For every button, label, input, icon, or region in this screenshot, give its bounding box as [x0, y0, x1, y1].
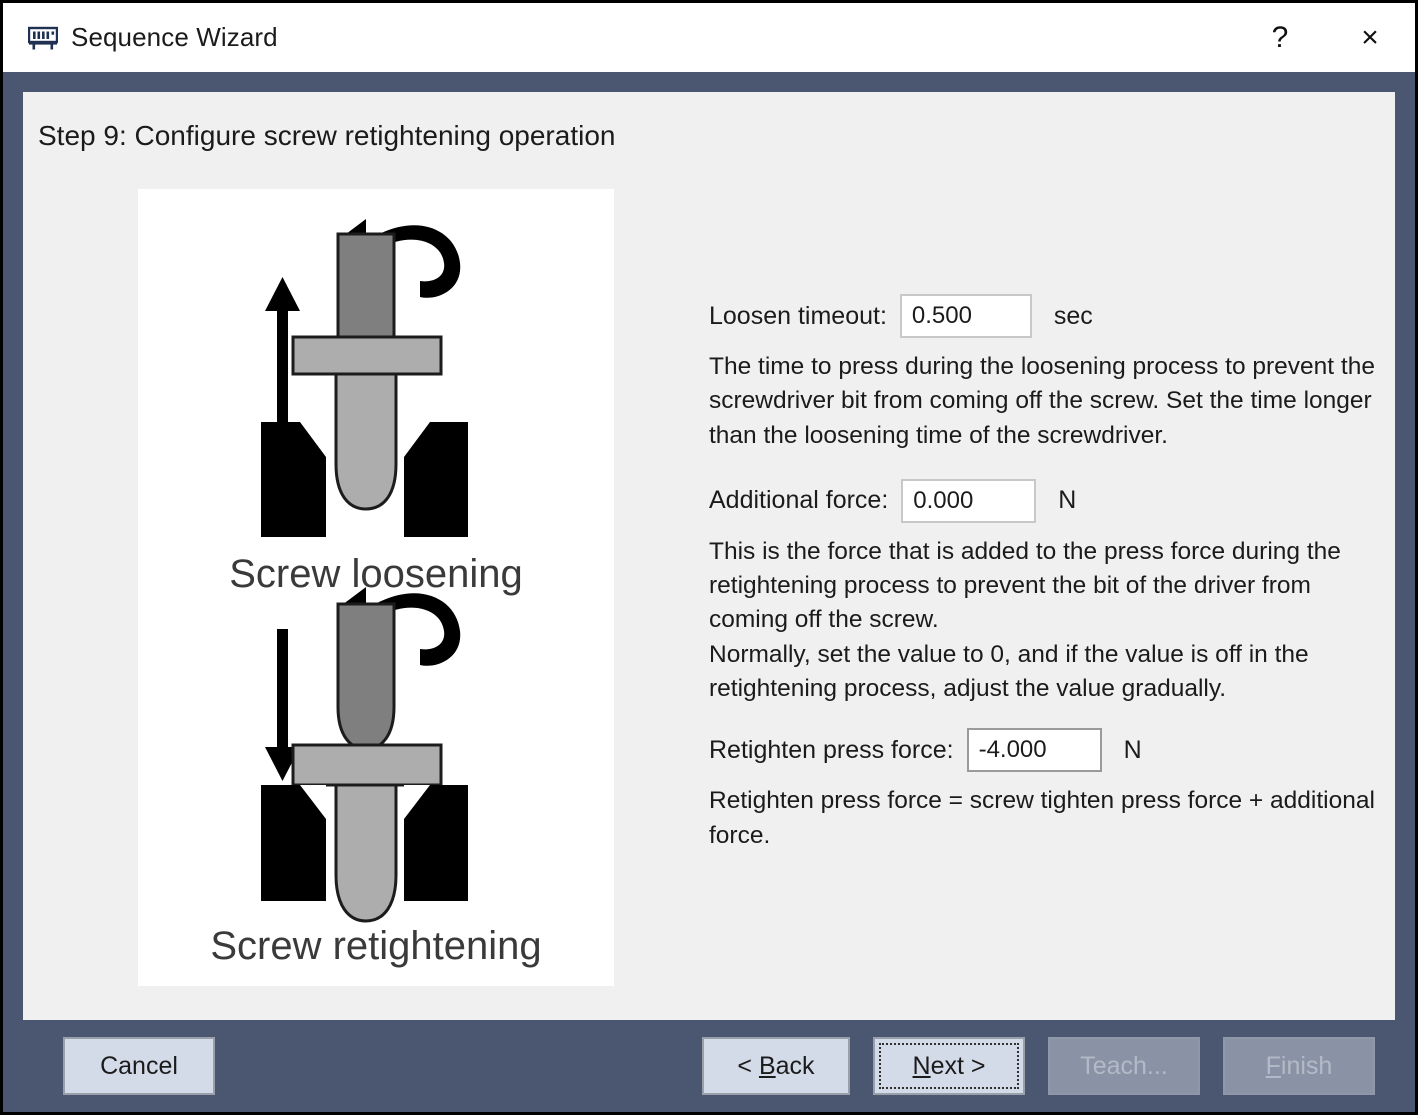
field-row-loosen-timeout: Loosen timeout: sec	[709, 294, 1375, 338]
window-title: Sequence Wizard	[71, 22, 278, 53]
field-row-retighten-press-force: Retighten press force: N	[709, 728, 1375, 772]
finish-label-suffix: inish	[1281, 1052, 1332, 1080]
back-label-mnemonic: B	[759, 1052, 776, 1080]
screw-operation-illustration: Screw loosening	[138, 189, 614, 986]
title-bar: Sequence Wizard ? ×	[3, 3, 1415, 72]
next-button[interactable]: Next >	[873, 1037, 1025, 1095]
back-label-suffix: ack	[776, 1052, 815, 1080]
finish-button[interactable]: Finish	[1223, 1037, 1375, 1095]
settings-form: Loosen timeout: sec The time to press du…	[709, 189, 1375, 879]
additional-force-description-line2: Normally, set the value to 0, and if the…	[709, 638, 1375, 707]
wizard-footer: Cancel < Back Next > Teach... Finish	[23, 1020, 1395, 1112]
question-mark-icon: ?	[1272, 23, 1289, 53]
illustration-caption-bottom: Screw retightening	[210, 924, 541, 968]
back-button-label: < Back	[737, 1052, 814, 1081]
footer-navigation-buttons: < Back Next > Teach... Finish	[702, 1037, 1375, 1095]
next-label-suffix: ext >	[931, 1052, 986, 1080]
retighten-press-force-input[interactable]	[967, 728, 1102, 772]
memory-chip-icon	[28, 25, 58, 51]
additional-force-input[interactable]	[901, 479, 1036, 523]
back-button[interactable]: < Back	[702, 1037, 850, 1095]
next-label-mnemonic: N	[913, 1052, 931, 1080]
close-icon: ×	[1361, 23, 1379, 53]
finish-button-label: Finish	[1266, 1052, 1333, 1081]
page-title: Step 9: Configure screw retightening ope…	[23, 120, 1395, 152]
additional-force-label: Additional force:	[709, 486, 888, 515]
teach-button[interactable]: Teach...	[1048, 1037, 1200, 1095]
additional-force-unit: N	[1058, 486, 1076, 515]
wizard-page: Step 9: Configure screw retightening ope…	[23, 92, 1395, 1020]
field-row-additional-force: Additional force: N	[709, 479, 1375, 523]
additional-force-description-line1: This is the force that is added to the p…	[709, 535, 1375, 638]
retighten-press-force-unit: N	[1124, 736, 1142, 765]
page-body: Screw loosening	[23, 152, 1395, 1020]
cancel-button-label: Cancel	[100, 1052, 178, 1081]
loosen-timeout-description: The time to press during the loosening p…	[709, 350, 1375, 453]
additional-force-description: This is the force that is added to the p…	[709, 535, 1375, 706]
illustration-caption-top: Screw loosening	[229, 552, 523, 596]
content-frame: Step 9: Configure screw retightening ope…	[3, 72, 1415, 1112]
cancel-button[interactable]: Cancel	[63, 1037, 215, 1095]
back-label-prefix: <	[737, 1052, 759, 1080]
loosen-timeout-label: Loosen timeout:	[709, 302, 887, 331]
close-button[interactable]: ×	[1325, 3, 1415, 72]
loosen-timeout-unit: sec	[1054, 302, 1093, 331]
title-bar-buttons: ? ×	[1235, 3, 1415, 72]
retighten-press-force-label: Retighten press force:	[709, 736, 954, 765]
retighten-press-force-description: Retighten press force = screw tighten pr…	[709, 784, 1375, 853]
sequence-wizard-window: Sequence Wizard ? × Step 9: Configure sc…	[0, 0, 1418, 1115]
teach-button-label: Teach...	[1080, 1052, 1168, 1081]
next-button-label: Next >	[913, 1052, 986, 1081]
finish-label-mnemonic: F	[1266, 1052, 1281, 1080]
loosen-timeout-input[interactable]	[900, 294, 1032, 338]
help-button[interactable]: ?	[1235, 3, 1325, 72]
